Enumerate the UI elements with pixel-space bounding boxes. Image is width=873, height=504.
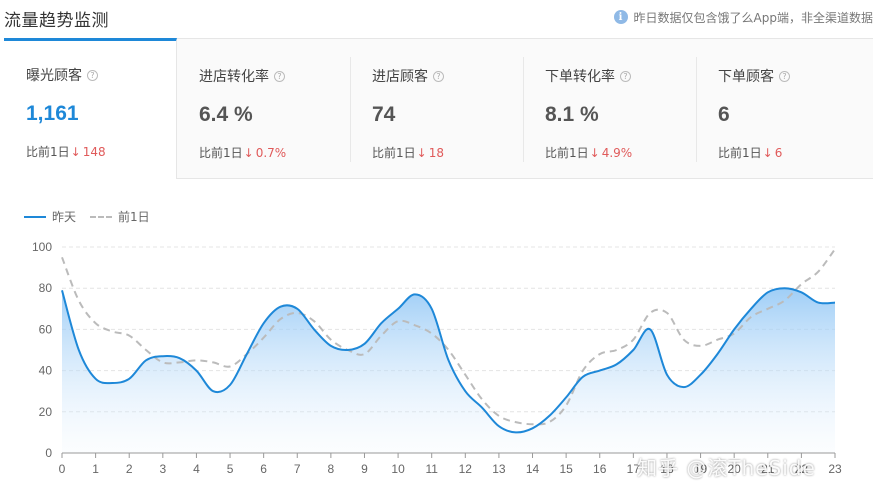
y-tick-label: 80	[39, 281, 53, 295]
x-tick-label: 7	[294, 462, 301, 476]
y-tick-label: 60	[39, 322, 53, 336]
arrow-down-icon: ↓	[70, 145, 81, 159]
kpi-tab-order-conversion[interactable]: 下单转化率? 8.1 % 比前1日↓ 4.9%	[523, 39, 696, 178]
legend-item-yesterday[interactable]: 昨天	[24, 208, 76, 225]
arrow-down-icon: ↓	[416, 146, 427, 160]
kpi-label: 进店转化率?	[199, 66, 285, 86]
kpi-value: 6	[718, 103, 730, 126]
x-tick-label: 12	[459, 462, 473, 476]
kpi-change: 比前1日↓ 148	[26, 145, 106, 159]
chart-legend: 昨天 前1日	[24, 208, 164, 225]
kpi-label: 曝光顾客?	[26, 65, 98, 85]
kpi-change: 比前1日↓ 18	[372, 146, 444, 160]
series-area-yesterday	[62, 288, 835, 453]
data-notice: i 昨日数据仅包含饿了么App端，非全渠道数据	[613, 8, 873, 26]
kpi-value: 74	[372, 103, 396, 126]
info-icon[interactable]: i	[613, 10, 628, 24]
question-icon[interactable]: ?	[779, 70, 790, 82]
x-tick-label: 15	[559, 462, 573, 476]
legend-swatch-solid	[24, 215, 46, 218]
kpi-tab-visit-customers[interactable]: 进店顾客? 74 比前1日↓ 18	[350, 39, 523, 178]
kpi-label: 进店顾客?	[372, 66, 444, 86]
x-tick-label: 3	[159, 462, 166, 476]
x-tick-label: 1	[92, 462, 99, 476]
question-icon[interactable]: ?	[274, 70, 285, 82]
arrow-down-icon: ↓	[762, 146, 773, 160]
legend-label: 昨天	[52, 210, 77, 224]
kpi-tab-visit-conversion[interactable]: 进店转化率? 6.4 % 比前1日↓ 0.7%	[177, 39, 350, 178]
legend-item-previous-day[interactable]: 前1日	[90, 208, 150, 225]
x-tick-label: 10	[391, 462, 405, 476]
x-tick-label: 14	[526, 462, 540, 476]
x-tick-label: 11	[425, 462, 438, 476]
kpi-tab-exposure-customers[interactable]: 曝光顾客? 1,161 比前1日↓ 148	[4, 38, 177, 179]
x-tick-label: 9	[361, 462, 368, 476]
kpi-change: 比前1日↓ 0.7%	[199, 146, 287, 160]
y-tick-label: 20	[39, 405, 53, 419]
question-icon[interactable]: ?	[620, 70, 631, 82]
x-tick-label: 5	[227, 462, 234, 476]
x-tick-label: 0	[59, 462, 66, 476]
kpi-tabs: 曝光顾客? 1,161 比前1日↓ 148 进店转化率? 6.4 % 比前1日↓ 0…	[4, 38, 873, 179]
kpi-change: 比前1日↓ 4.9%	[545, 146, 633, 160]
x-tick-label: 16	[593, 462, 607, 476]
kpi-label: 下单转化率?	[545, 66, 631, 86]
question-icon[interactable]: ?	[433, 70, 444, 82]
kpi-change: 比前1日↓ 6	[718, 146, 783, 160]
kpi-value: 1,161	[26, 102, 79, 125]
kpi-value: 8.1 %	[545, 103, 599, 126]
x-tick-label: 6	[260, 462, 267, 476]
x-tick-label: 13	[492, 462, 506, 476]
x-tick-label: 4	[193, 462, 200, 476]
legend-label: 前1日	[118, 210, 150, 224]
x-tick-label: 2	[126, 462, 133, 476]
kpi-label: 下单顾客?	[718, 66, 790, 86]
arrow-down-icon: ↓	[243, 146, 254, 160]
kpi-value: 6.4 %	[199, 103, 253, 126]
watermark-text: 知乎 @滚TheSide	[637, 456, 816, 480]
legend-swatch-dashed	[90, 215, 113, 218]
panel-header: 流量趋势监测 i 昨日数据仅包含饿了么App端，非全渠道数据	[0, 0, 873, 38]
question-icon[interactable]: ?	[87, 69, 98, 81]
panel-title: 流量趋势监测	[4, 11, 109, 31]
y-tick-label: 40	[39, 364, 53, 378]
x-tick-label: 8	[328, 462, 335, 476]
y-tick-label: 0	[45, 446, 52, 460]
kpi-tab-order-customers[interactable]: 下单顾客? 6 比前1日↓ 6	[696, 39, 869, 178]
data-notice-text: 昨日数据仅包含饿了么App端，非全渠道数据	[633, 10, 873, 25]
arrow-down-icon: ↓	[589, 146, 600, 160]
y-tick-label: 100	[32, 240, 52, 254]
x-tick-label: 23	[828, 462, 842, 476]
